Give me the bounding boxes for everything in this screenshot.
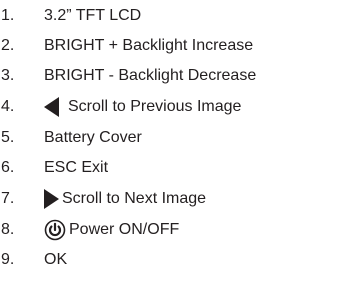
item-label: OK [44, 251, 68, 268]
item-number: 1. [1, 7, 15, 24]
power-icon [44, 219, 66, 241]
item-number: 6. [1, 159, 15, 176]
left-triangle-icon [44, 97, 59, 117]
item-label: Scroll to Next Image [62, 190, 207, 207]
item-number: 9. [1, 251, 15, 268]
item-label: BRIGHT - Backlight Decrease [44, 67, 257, 84]
item-number: 4. [1, 98, 15, 115]
item-label: Battery Cover [44, 129, 142, 146]
item-number: 5. [1, 129, 15, 146]
item-number: 7. [1, 190, 15, 207]
item-number: 2. [1, 37, 15, 54]
item-label: ESC Exit [44, 159, 109, 176]
item-label: Power ON/OFF [69, 221, 180, 238]
item-label: 3.2” TFT LCD [44, 7, 142, 24]
right-triangle-icon [44, 189, 59, 209]
item-number: 8. [1, 221, 15, 238]
item-label: Scroll to Previous Image [68, 98, 242, 115]
item-label: BRIGHT + Backlight Increase [44, 37, 254, 54]
item-number: 3. [1, 67, 15, 84]
